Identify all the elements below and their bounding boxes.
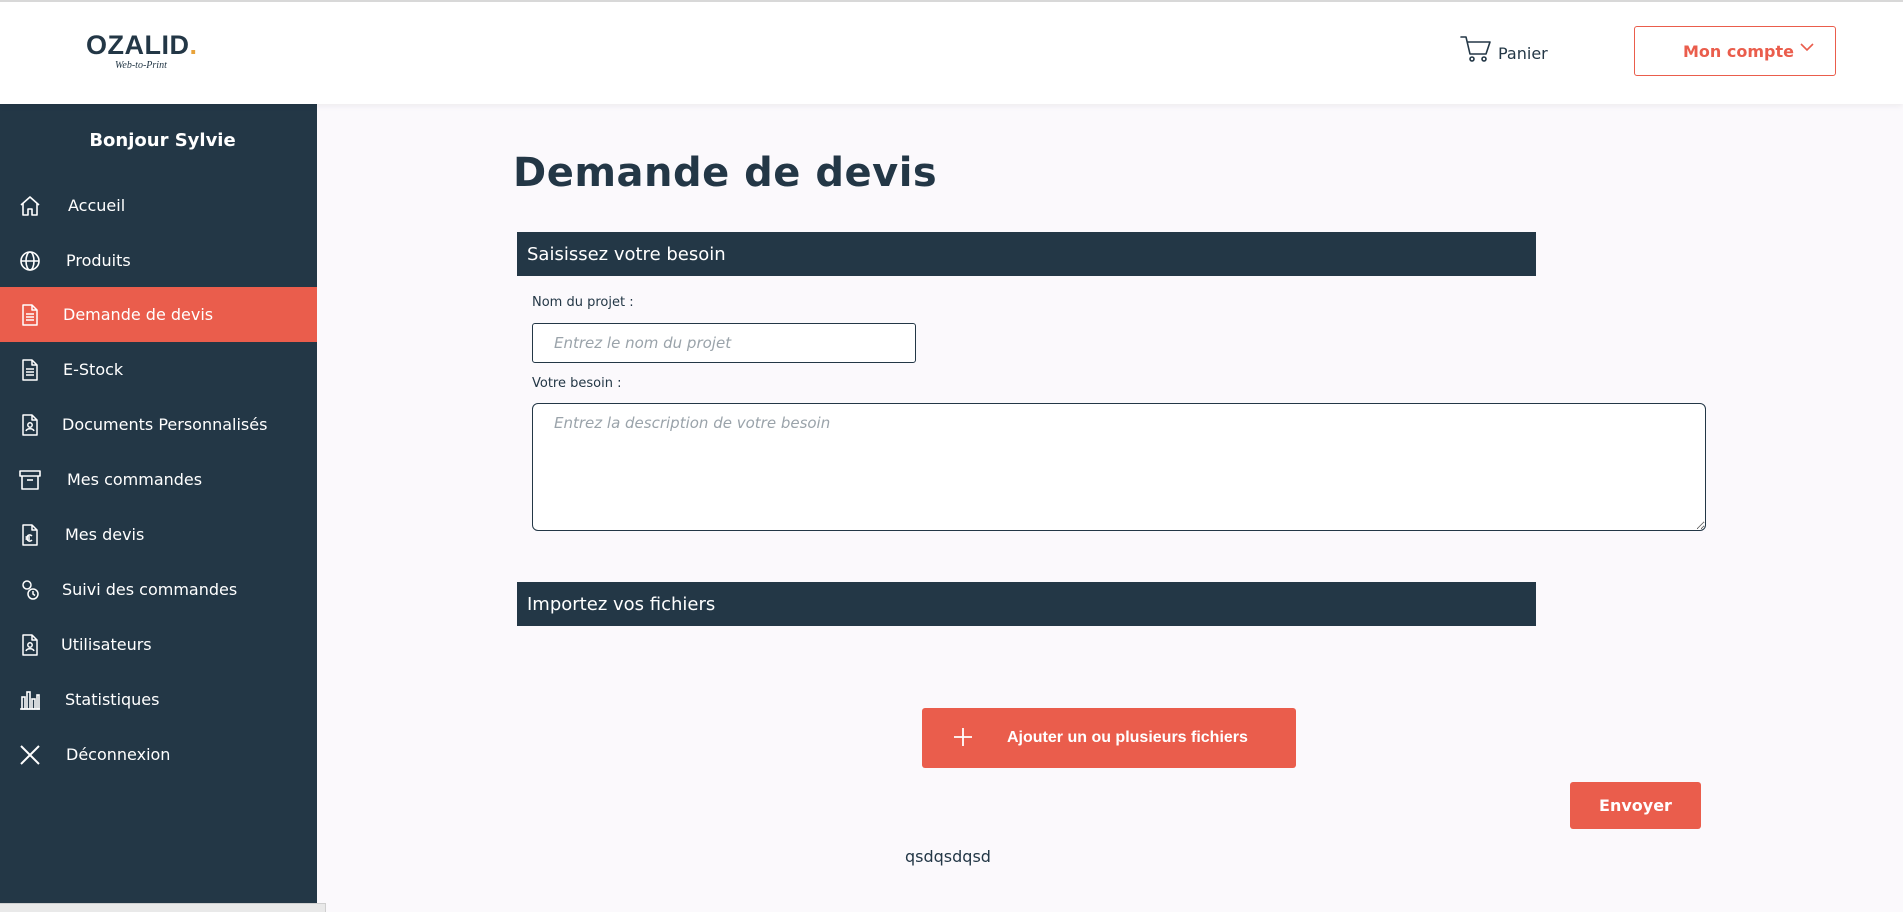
globe-icon bbox=[18, 249, 42, 273]
archive-box-icon bbox=[18, 468, 42, 492]
bar-chart-icon bbox=[18, 688, 42, 712]
sidebar-item-label: Accueil bbox=[68, 196, 126, 215]
ozalid-logo[interactable]: OZALID. Web-to-Print bbox=[86, 32, 206, 78]
sidebar-item-e-stock[interactable]: E-Stock bbox=[0, 342, 317, 397]
top-header: OZALID. Web-to-Print Panier Mon compte bbox=[0, 0, 1903, 104]
document-icon bbox=[18, 358, 42, 382]
footer-text: qsdqsdqsd bbox=[905, 847, 991, 866]
greeting: Bonjour Sylvie bbox=[89, 130, 236, 151]
sidebar-item-label: Mes devis bbox=[65, 525, 145, 544]
sidebar-item-suivi-des-commandes[interactable]: Suivi des commandes bbox=[0, 562, 317, 617]
need-description-textarea[interactable] bbox=[532, 403, 1706, 531]
section-title: Importez vos fichiers bbox=[527, 593, 716, 615]
cart-icon bbox=[1460, 36, 1491, 62]
sidebar-item-label: Mes commandes bbox=[67, 470, 203, 489]
sidebar-item-label: Produits bbox=[66, 251, 131, 270]
plus-icon bbox=[954, 728, 972, 746]
cart-link[interactable]: Panier bbox=[1460, 34, 1548, 64]
add-files-button[interactable]: Ajouter un ou plusieurs fichiers bbox=[922, 708, 1296, 768]
logo-wordmark: OZALID. bbox=[86, 30, 198, 60]
project-name-input[interactable] bbox=[532, 323, 916, 363]
chevron-down-icon bbox=[1800, 43, 1814, 52]
sidebar-item-mes-commandes[interactable]: Mes commandes bbox=[0, 452, 317, 507]
sidebar-item-label: Utilisateurs bbox=[61, 635, 152, 654]
send-button[interactable]: Envoyer bbox=[1570, 782, 1701, 829]
sidebar-item-label: Statistiques bbox=[65, 690, 160, 709]
section-title: Saisissez votre besoin bbox=[527, 243, 726, 265]
sidebar-item-label: Documents Personnalisés bbox=[62, 415, 268, 434]
sidebar-item-documents-personnalises[interactable]: Documents Personnalisés bbox=[0, 397, 317, 452]
home-icon bbox=[18, 194, 42, 218]
account-label: Mon compte bbox=[1683, 42, 1794, 61]
euro-document-icon bbox=[18, 523, 42, 547]
sidebar-item-label: Demande de devis bbox=[63, 305, 214, 324]
cart-label: Panier bbox=[1498, 43, 1548, 63]
page-title: Demande de devis bbox=[513, 150, 938, 196]
sidebar-item-statistiques[interactable]: Statistiques bbox=[0, 672, 317, 727]
section-header-need: Saisissez votre besoin bbox=[517, 232, 1536, 276]
sidebar-item-label: Déconnexion bbox=[66, 745, 171, 764]
close-icon bbox=[18, 743, 42, 767]
sidebar-item-produits[interactable]: Produits bbox=[0, 233, 317, 288]
tracking-icon bbox=[18, 578, 42, 602]
sidebar-item-deconnexion[interactable]: Déconnexion bbox=[0, 727, 317, 782]
need-label: Votre besoin : bbox=[532, 376, 622, 391]
sidebar-item-mes-devis[interactable]: Mes devis bbox=[0, 507, 317, 562]
document-icon bbox=[18, 303, 42, 327]
sidebar-item-label: Suivi des commandes bbox=[62, 580, 238, 599]
browser-status-bar bbox=[0, 903, 326, 912]
user-document-icon bbox=[18, 633, 42, 657]
custom-document-icon bbox=[18, 413, 42, 437]
sidebar: Bonjour Sylvie Accueil Produits Demande … bbox=[0, 104, 317, 912]
account-dropdown-button[interactable]: Mon compte bbox=[1634, 26, 1836, 76]
sidebar-item-demande-de-devis[interactable]: Demande de devis bbox=[0, 287, 317, 342]
add-files-label: Ajouter un ou plusieurs fichiers bbox=[1007, 729, 1248, 746]
sidebar-item-label: E-Stock bbox=[63, 360, 124, 379]
logo-tagline: Web-to-Print bbox=[115, 60, 167, 71]
sidebar-item-accueil[interactable]: Accueil bbox=[0, 178, 317, 233]
sidebar-item-utilisateurs[interactable]: Utilisateurs bbox=[0, 617, 317, 672]
section-header-files: Importez vos fichiers bbox=[517, 582, 1536, 626]
project-name-label: Nom du projet : bbox=[532, 295, 634, 310]
